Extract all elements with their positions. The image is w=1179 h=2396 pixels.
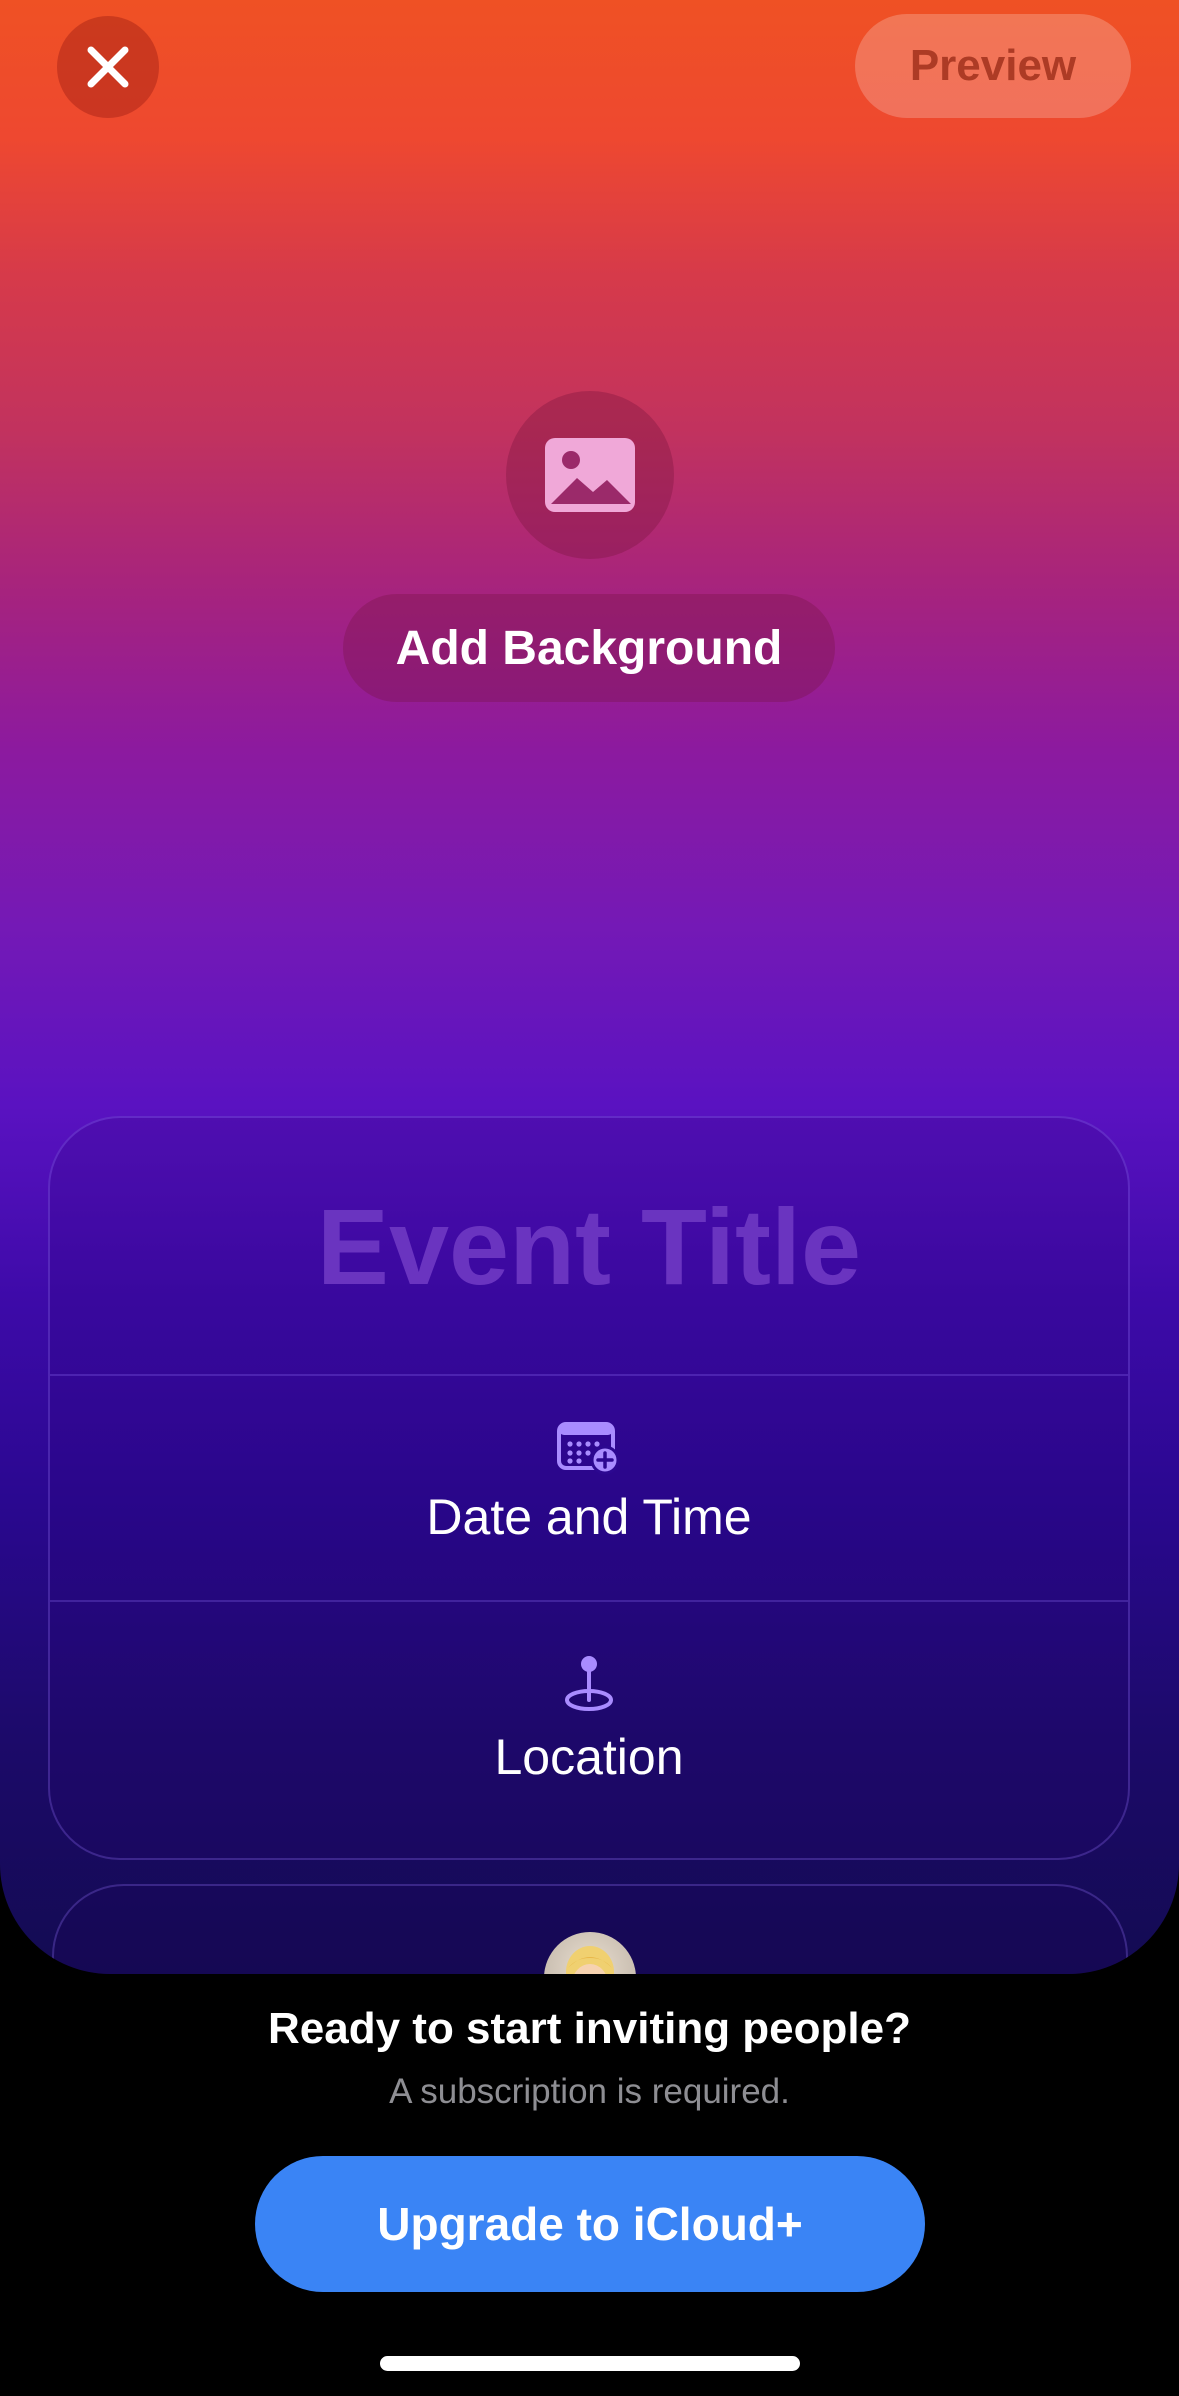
add-background-photo-button[interactable] — [506, 391, 674, 559]
photo-icon — [545, 438, 635, 512]
invite-headline: Ready to start inviting people? — [268, 2004, 911, 2053]
invite-editor-canvas: Preview Add Background Event Title Date … — [0, 0, 1179, 1974]
memoji-avatar — [544, 1932, 636, 1974]
close-button[interactable] — [57, 16, 159, 118]
location-label: Location — [494, 1729, 684, 1785]
preview-button[interactable]: Preview — [855, 14, 1131, 118]
date-and-time-label: Date and Time — [426, 1489, 752, 1545]
upgrade-icloud-button[interactable]: Upgrade to iCloud+ — [255, 2156, 925, 2292]
location-pin-icon — [565, 1656, 613, 1711]
add-background-button[interactable]: Add Background — [343, 594, 835, 702]
xmark-icon — [87, 46, 129, 88]
calendar-plus-icon — [557, 1422, 620, 1475]
event-title-input[interactable]: Event Title — [50, 1118, 1128, 1374]
event-details-card: Event Title Date and Time Location — [48, 1116, 1130, 1860]
home-indicator[interactable] — [380, 2356, 800, 2371]
subscription-subtext: A subscription is required. — [389, 2072, 790, 2111]
date-and-time-row[interactable]: Date and Time — [50, 1376, 1128, 1600]
location-row[interactable]: Location — [50, 1602, 1128, 1858]
